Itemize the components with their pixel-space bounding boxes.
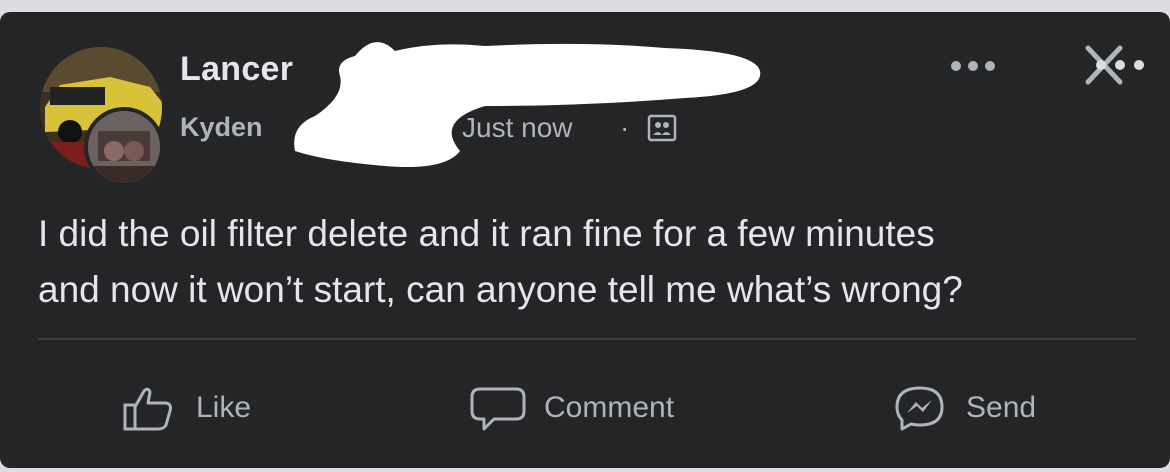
send-label: Send [966,391,1037,424]
comment-button[interactable]: Comment [470,385,674,431]
like-label: Like [196,391,252,424]
actions-divider [38,338,1136,340]
post-text-line: I did the oil filter delete and it ran f… [38,213,935,254]
like-button[interactable]: Like [122,385,251,431]
post-text-line: and now it won’t start, can anyone tell … [38,269,963,310]
user-photo [88,111,160,183]
more-options-icon[interactable] [948,54,998,78]
send-button[interactable]: Send [892,385,1036,431]
author-name[interactable]: Lancer [180,50,293,89]
comment-bubble-icon [470,387,526,431]
thumbs-up-icon [123,387,172,431]
group-name[interactable]: Kyden [180,112,263,143]
redaction-scribble [294,42,761,167]
post-body: I did the oil filter delete and it ran f… [38,206,1138,318]
messenger-icon [895,386,944,431]
close-icon[interactable] [1080,40,1160,100]
user-avatar[interactable] [84,107,164,187]
comment-label: Comment [544,391,675,424]
